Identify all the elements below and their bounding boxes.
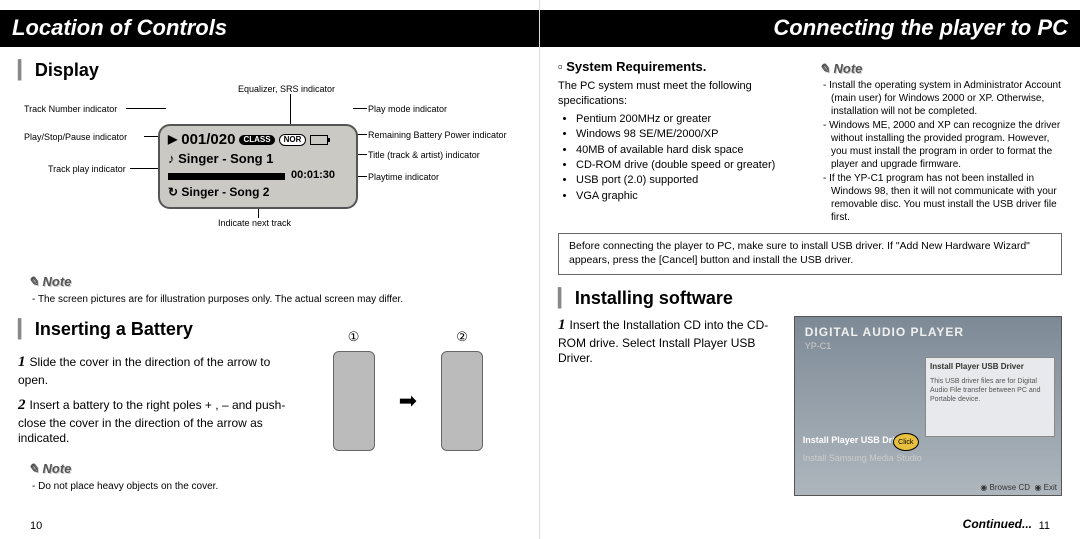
right-note-label: Note <box>819 61 1062 78</box>
label-play-stop-pause: Play/Stop/Pause indicator <box>24 132 127 144</box>
continued-label: Continued... <box>963 517 1032 533</box>
label-track-number: Track Number indicator <box>24 104 117 116</box>
figure-1-label: ① <box>348 329 360 346</box>
page-11: Connecting the player to PC ▫ System Req… <box>540 0 1080 539</box>
sys-req-item: 40MB of available hard disk space <box>576 143 801 157</box>
install-row: 1Insert the Installation CD into the CD-… <box>558 316 1062 496</box>
right-note-item: Windows ME, 2000 and XP can recognize th… <box>823 119 1062 171</box>
display-note-text: The screen pictures are for illustration… <box>32 293 521 306</box>
inserting-note-text: Do not place heavy objects on the cover. <box>32 480 521 493</box>
label-playtime: Playtime indicator <box>368 172 439 184</box>
step-1-text: Slide the cover in the direction of the … <box>18 355 270 387</box>
right-note-list: Install the operating system in Administ… <box>823 79 1062 224</box>
installing-title: Installing software <box>558 287 1062 310</box>
right-header: Connecting the player to PC <box>540 10 1080 47</box>
track-title-2: Singer - Song 2 <box>181 185 269 199</box>
label-title-track-artist: Title (track & artist) indicator <box>368 150 480 162</box>
label-play-mode: Play mode indicator <box>368 104 447 116</box>
progress-bar <box>168 173 285 180</box>
figure-2-label: ② <box>456 329 468 346</box>
installer-panel-text: This USB driver files are for Digital Au… <box>930 377 1050 404</box>
installer-menu-item-2: Install Samsung Media Studio <box>803 453 922 465</box>
sys-req-item: Pentium 200MHz or greater <box>576 112 801 126</box>
sys-req-item: VGA graphic <box>576 189 801 203</box>
display-note-label: Note <box>28 274 521 291</box>
sys-req-column: ▫ System Requirements. The PC system mus… <box>558 55 801 226</box>
battery-icon <box>310 135 328 145</box>
playtime-value: 00:01:30 <box>291 168 335 182</box>
page-10: Location of Controls Display Track Numbe… <box>0 0 540 539</box>
track-title-1: Singer - Song 1 <box>178 151 273 166</box>
display-screen: ▶ 001/020 CLASS NOR ♪ Singer - Song 1 00… <box>158 124 358 209</box>
click-badge: Click <box>893 433 919 451</box>
page-number-left: 10 <box>30 519 42 533</box>
play-icon: ▶ <box>168 132 177 148</box>
label-remaining-battery: Remaining Battery Power indicator <box>368 130 507 142</box>
sys-req-item: USB port (2.0) supported <box>576 173 801 187</box>
installer-screenshot: DIGITAL AUDIO PLAYER YP-C1 Install Playe… <box>794 316 1062 496</box>
next-track-icon: ↻ <box>168 185 178 199</box>
installer-panel-title: Install Player USB Driver <box>930 362 1050 372</box>
manual-spread: Location of Controls Display Track Numbe… <box>0 0 1080 539</box>
arrow-right-icon: ➡ <box>399 387 417 416</box>
inserting-title: Inserting a Battery <box>18 318 521 341</box>
sys-req-intro: The PC system must meet the following sp… <box>558 79 801 108</box>
label-track-play: Track play indicator <box>48 164 126 176</box>
right-note-item: If the YP-C1 program has not been instal… <box>823 172 1062 224</box>
display-title: Display <box>18 59 521 82</box>
music-note-icon: ♪ <box>168 151 175 166</box>
battery-figure-row: ① ➡ ② <box>295 347 521 455</box>
inserting-steps: 1Slide the cover in the direction of the… <box>18 347 295 455</box>
install-step-1: 1Insert the Installation CD into the CD-… <box>558 316 780 496</box>
class-badge: CLASS <box>239 135 274 145</box>
display-diagram: Track Number indicator Play/Stop/Pause i… <box>18 88 521 268</box>
step-2-text: Insert a battery to the right poles + , … <box>18 398 285 445</box>
device-figure-2 <box>441 351 483 451</box>
page-number-right: 11 <box>1039 519 1050 533</box>
sys-req-item: CD-ROM drive (double speed or greater) <box>576 158 801 172</box>
step-2: 2Insert a battery to the right poles + ,… <box>18 396 295 447</box>
mode-badge: NOR <box>279 134 307 146</box>
right-note-item: Install the operating system in Administ… <box>823 79 1062 118</box>
track-counter: 001/020 <box>181 130 235 150</box>
left-header: Location of Controls <box>0 10 539 47</box>
sys-req-item: Windows 98 SE/ME/2000/XP <box>576 127 801 141</box>
right-top-columns: ▫ System Requirements. The PC system mus… <box>558 55 1062 226</box>
installer-title: DIGITAL AUDIO PLAYER <box>795 317 1061 341</box>
installer-bottom-bar: ◉ Browse CD ◉ Exit <box>980 483 1057 493</box>
label-equalizer: Equalizer, SRS indicator <box>238 84 335 96</box>
before-connecting-box: Before connecting the player to PC, make… <box>558 233 1062 274</box>
installer-panel: Install Player USB Driver This USB drive… <box>925 357 1055 437</box>
installer-model: YP-C1 <box>795 341 1061 353</box>
sys-req-title: ▫ System Requirements. <box>558 59 801 76</box>
sys-req-list: Pentium 200MHz or greater Windows 98 SE/… <box>576 112 801 203</box>
install-step-1-text: Insert the Installation CD into the CD-R… <box>558 318 768 365</box>
inserting-note-label: Note <box>28 461 521 478</box>
step-1: 1Slide the cover in the direction of the… <box>18 353 295 388</box>
device-figure-1 <box>333 351 375 451</box>
label-indicate-next: Indicate next track <box>218 218 291 230</box>
note-column: Note Install the operating system in Adm… <box>819 55 1062 226</box>
